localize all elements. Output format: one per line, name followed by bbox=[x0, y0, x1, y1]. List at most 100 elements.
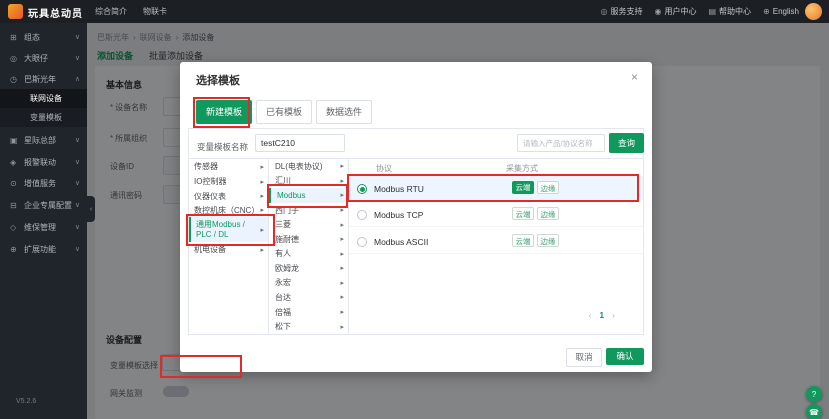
services-icon: ⊙ bbox=[10, 179, 17, 188]
phone-icon: ☎ bbox=[809, 408, 819, 417]
brand-title: 玩具总动员 bbox=[28, 5, 83, 20]
tab-existing-template[interactable]: 已有模板 bbox=[256, 100, 312, 124]
sidebar-item-maintenance[interactable]: ◇ 维保管理 ∨ bbox=[0, 217, 87, 237]
chevron-right-icon: ▸ bbox=[340, 323, 344, 331]
nav-item-overview[interactable]: 综合简介 bbox=[95, 6, 127, 17]
chevron-right-icon: ▸ bbox=[340, 308, 344, 316]
sidebar-item-network-devices[interactable]: 联网设备 bbox=[0, 89, 87, 108]
brand-usr[interactable]: 有人▸ bbox=[269, 246, 348, 261]
cloud-collect-button[interactable]: 云端 bbox=[512, 181, 534, 194]
topbar: 玩具总动员 综合简介 物联卡 ◎服务支持 ◉用户中心 ▤帮助中心 ⊕Englis… bbox=[0, 0, 829, 23]
template-name-input[interactable] bbox=[255, 134, 345, 152]
brand-fatek[interactable]: 永宏▸ bbox=[269, 276, 348, 291]
chevron-down-icon: ∨ bbox=[75, 245, 80, 253]
cloud-collect-button[interactable]: 云端 bbox=[512, 207, 534, 220]
protocol-row-modbus-rtu[interactable]: Modbus RTU 云端 边缘 bbox=[349, 176, 643, 200]
tab-data-options[interactable]: 数据选件 bbox=[316, 100, 372, 124]
search-button[interactable]: 查询 bbox=[609, 133, 644, 153]
radio-selected-icon[interactable] bbox=[357, 184, 367, 194]
chevron-right-icon: ▸ bbox=[340, 279, 344, 287]
brand-siemens[interactable]: 西门子▸ bbox=[269, 203, 348, 218]
brand-dl[interactable]: DL(电表协议)▸ bbox=[269, 159, 348, 174]
edge-collect-button[interactable]: 边缘 bbox=[537, 207, 559, 220]
next-page-button[interactable]: › bbox=[612, 310, 615, 320]
globe-icon: ◎ bbox=[10, 54, 17, 63]
radio-icon[interactable] bbox=[357, 237, 367, 247]
edge-collect-button[interactable]: 边缘 bbox=[537, 234, 559, 247]
protocol-row-modbus-ascii[interactable]: Modbus ASCII 云端 边缘 bbox=[349, 227, 643, 254]
user-center-link[interactable]: ◉用户中心 bbox=[655, 6, 697, 17]
chevron-down-icon: ∨ bbox=[75, 158, 80, 166]
brand-modbus[interactable]: Modbus▸ bbox=[269, 188, 348, 203]
clock-icon: ◷ bbox=[10, 75, 17, 84]
sidebar-item-bigeye[interactable]: ◎ 大眼仔 ∨ bbox=[0, 48, 87, 68]
brand-beckhoff[interactable]: 倍福▸ bbox=[269, 305, 348, 320]
language-switch[interactable]: ⊕English bbox=[763, 7, 799, 16]
cancel-button[interactable]: 取消 bbox=[566, 348, 602, 367]
category-cnc[interactable]: 数控机床（CNC）▸ bbox=[189, 203, 268, 217]
chevron-right-icon: ▸ bbox=[260, 206, 264, 214]
user-icon: ◉ bbox=[655, 7, 662, 16]
cloud-collect-button[interactable]: 云端 bbox=[512, 234, 534, 247]
chevron-right-icon: ▸ bbox=[340, 206, 344, 214]
category-electromechanical[interactable]: 机电设备▸ bbox=[189, 242, 268, 257]
help-center-link[interactable]: ▤帮助中心 bbox=[708, 6, 751, 17]
chevron-right-icon: ▸ bbox=[260, 246, 264, 254]
close-icon[interactable]: × bbox=[631, 70, 638, 84]
brand-mitsubishi[interactable]: 三菱▸ bbox=[269, 217, 348, 232]
chevron-right-icon: ▸ bbox=[260, 178, 264, 186]
modal-tabs: 新建模板 已有模板 数据选件 bbox=[196, 100, 372, 124]
chevron-right-icon: ▸ bbox=[340, 177, 344, 185]
chevron-down-icon: ∨ bbox=[75, 136, 80, 144]
alarm-icon: ◈ bbox=[10, 158, 16, 167]
modal-title: 选择模板 bbox=[196, 72, 240, 88]
current-page[interactable]: 1 bbox=[599, 310, 604, 320]
service-float-button[interactable]: ☎ bbox=[806, 404, 822, 419]
app-logo-icon[interactable] bbox=[8, 4, 23, 19]
sidebar-item-buzz[interactable]: ◷ 巴斯光年 ∧ bbox=[0, 69, 87, 89]
sidebar-item-alarm[interactable]: ◈ 报警联动 ∨ bbox=[0, 152, 87, 172]
edge-collect-button[interactable]: 边缘 bbox=[537, 181, 559, 194]
sidebar: ⊞ 组态 ∨ ◎ 大眼仔 ∨ ◷ 巴斯光年 ∧ 联网设备 变量模板 ▣ 星际总部… bbox=[0, 23, 87, 419]
dashboard-icon: ⊞ bbox=[10, 33, 17, 42]
support-link[interactable]: ◎服务支持 bbox=[601, 6, 643, 17]
screen: 玩具总动员 综合简介 物联卡 ◎服务支持 ◉用户中心 ▤帮助中心 ⊕Englis… bbox=[0, 0, 829, 419]
chevron-down-icon: ∨ bbox=[75, 201, 80, 209]
question-icon: ? bbox=[812, 390, 816, 399]
search-input[interactable] bbox=[517, 134, 605, 152]
top-nav: 综合简介 物联卡 bbox=[95, 0, 167, 23]
category-instruments[interactable]: 仪器仪表▸ bbox=[189, 189, 268, 203]
sidebar-item-value-services[interactable]: ⊙ 增值服务 ∨ bbox=[0, 173, 87, 193]
protocol-row-modbus-tcp[interactable]: Modbus TCP 云端 边缘 bbox=[349, 200, 643, 227]
brand-delta[interactable]: 台达▸ bbox=[269, 290, 348, 305]
radio-icon[interactable] bbox=[357, 210, 367, 220]
tab-new-template[interactable]: 新建模板 bbox=[196, 100, 252, 124]
sidebar-item-scada[interactable]: ⊞ 组态 ∨ bbox=[0, 27, 87, 47]
confirm-button[interactable]: 确认 bbox=[606, 348, 644, 365]
category-sensor[interactable]: 传感器▸ bbox=[189, 159, 268, 174]
topbar-right: ◎服务支持 ◉用户中心 ▤帮助中心 ⊕English bbox=[601, 0, 799, 23]
chevron-up-icon: ∧ bbox=[75, 75, 80, 83]
sidebar-item-enterprise-config[interactable]: ⊟ 企业专属配置 ∨ bbox=[0, 195, 87, 215]
nav-item-iot-card[interactable]: 物联卡 bbox=[143, 6, 167, 17]
prev-page-button[interactable]: ‹ bbox=[589, 310, 592, 320]
protocol-table: 协议 采集方式 Modbus RTU 云端 边缘 Modbus TCP 云端 边… bbox=[349, 159, 643, 334]
sidebar-item-extensions[interactable]: ⊕ 扩展功能 ∨ bbox=[0, 239, 87, 259]
config-icon: ⊟ bbox=[10, 201, 17, 210]
avatar[interactable] bbox=[805, 3, 822, 20]
help-float-button[interactable]: ? bbox=[806, 386, 822, 402]
brand-schneider[interactable]: 施耐德▸ bbox=[269, 232, 348, 247]
category-io-controller[interactable]: IO控制器▸ bbox=[189, 174, 268, 189]
chevron-right-icon: ▸ bbox=[260, 163, 264, 171]
template-name-label: 变量模板名称 bbox=[197, 141, 248, 153]
brand-inovance[interactable]: 汇川▸ bbox=[269, 174, 348, 189]
category-generic-modbus[interactable]: 通用Modbus / PLC / DL▸ bbox=[189, 217, 268, 242]
sidebar-collapse-handle[interactable]: ‹ bbox=[87, 196, 95, 222]
chevron-right-icon: ▸ bbox=[340, 293, 344, 301]
sidebar-item-star-command[interactable]: ▣ 星际总部 ∨ bbox=[0, 130, 87, 150]
brand-omron[interactable]: 欧姆龙▸ bbox=[269, 261, 348, 276]
sidebar-item-variable-templates[interactable]: 变量模板 bbox=[0, 108, 87, 127]
help-icon: ▤ bbox=[708, 7, 716, 16]
brand-panasonic[interactable]: 松下▸ bbox=[269, 319, 348, 334]
chevron-right-icon: ▸ bbox=[340, 264, 344, 272]
